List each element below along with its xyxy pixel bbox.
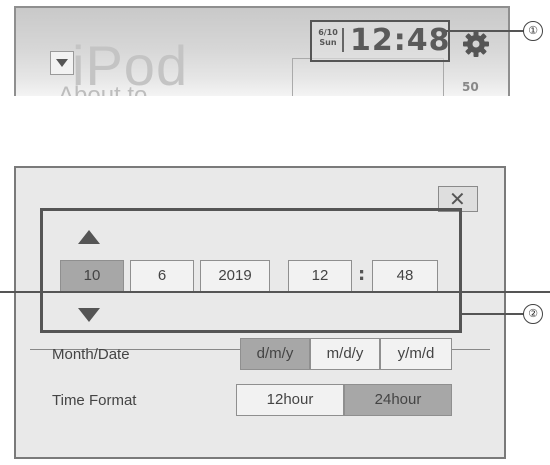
clock-date: 6/10 Sun — [316, 28, 340, 48]
info-panel — [292, 58, 444, 96]
source-menu-button[interactable] — [50, 51, 74, 75]
minute-field[interactable]: 48 — [372, 260, 438, 292]
time-format-label: Time Format — [52, 392, 137, 409]
time-format-12hour-button[interactable]: 12hour — [236, 384, 344, 416]
year-field[interactable]: 2019 — [200, 260, 270, 292]
clock-time: 12:48 — [350, 23, 451, 58]
callout-2-leader — [460, 313, 524, 315]
up-arrow-icon[interactable] — [78, 230, 100, 244]
date-format-mdy-button[interactable]: m/d/y — [310, 338, 380, 370]
month-field[interactable]: 6 — [130, 260, 194, 292]
date-format-ymd-button[interactable]: y/m/d — [380, 338, 452, 370]
close-button[interactable]: ✕ — [438, 186, 478, 212]
close-icon: ✕ — [449, 187, 466, 211]
clock-display[interactable]: 6/10 Sun 12:48 — [310, 20, 450, 62]
callout-2: ② — [523, 304, 543, 324]
hour-field[interactable]: 12 — [288, 260, 352, 292]
chevron-down-icon — [56, 59, 68, 67]
callout-1-leader — [446, 30, 524, 32]
clock-date-weekday: Sun — [319, 38, 337, 47]
month-date-label: Month/Date — [52, 346, 130, 363]
day-field[interactable]: 10 — [60, 260, 124, 292]
time-separator: : — [358, 264, 366, 285]
home-screen-strip: iPod About to 6/10 Sun 12:48 50 — [14, 6, 510, 96]
down-arrow-icon[interactable] — [78, 308, 100, 322]
clock-date-day: 6/10 — [318, 28, 338, 37]
time-format-24hour-button[interactable]: 24hour — [344, 384, 452, 416]
callout-1: ① — [523, 21, 543, 41]
track-title: About to — [58, 82, 148, 96]
date-time-settings-dialog: ✕ 10 6 2019 12 : 48 Month/Date d/m/y m/d… — [14, 166, 506, 459]
side-number: 50 — [462, 80, 479, 94]
gear-icon[interactable] — [462, 30, 490, 58]
clock-separator — [342, 28, 344, 52]
bottom-rule — [0, 291, 550, 293]
date-format-dmy-button[interactable]: d/m/y — [240, 338, 310, 370]
